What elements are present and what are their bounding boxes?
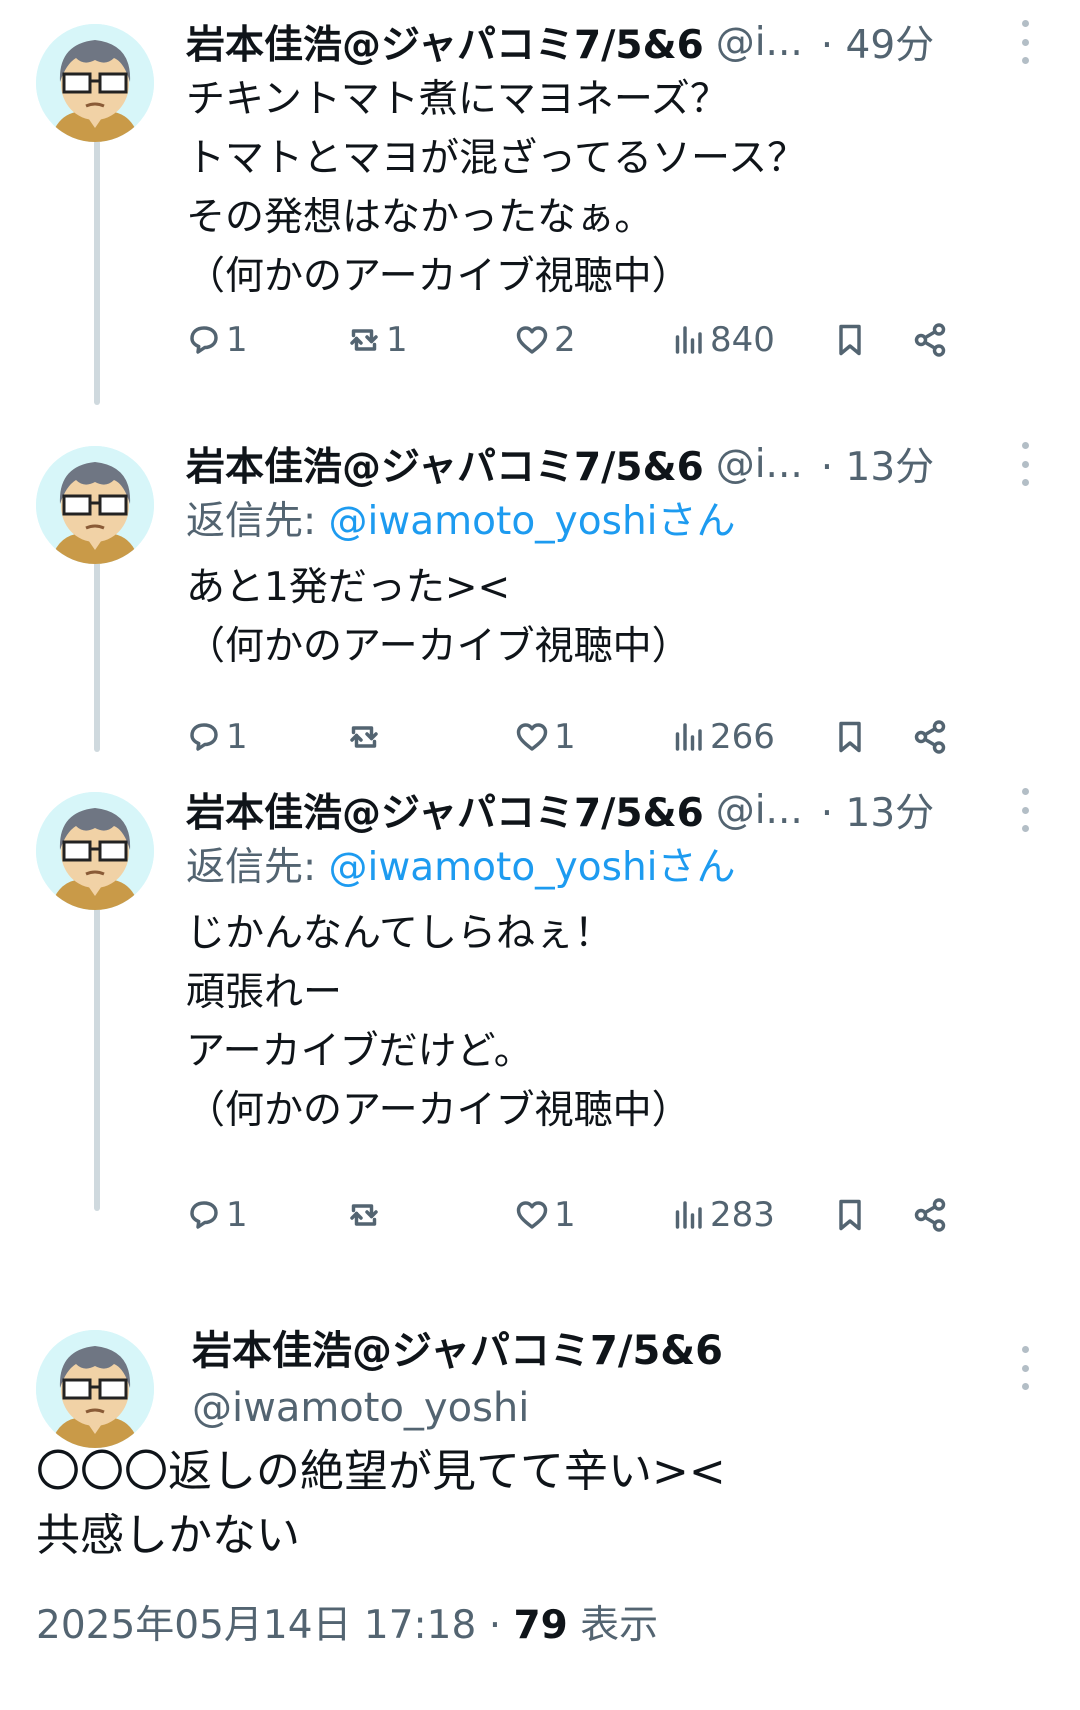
views-icon [675, 723, 702, 751]
views-count: 283 [710, 1195, 775, 1235]
timestamp[interactable]: · 13分 [821, 782, 934, 838]
action-bar: 1 1 2 840 [186, 315, 1026, 365]
views-label: 表示 [567, 1603, 659, 1648]
like-count: 2 [554, 320, 576, 360]
handle[interactable]: @i... [716, 442, 803, 487]
tweet-header: 岩本佳浩@ジャパコミ7/5&6 @i... · 49分 [186, 14, 1040, 70]
share-button[interactable] [912, 1190, 948, 1240]
reply-to-line: 返信先: @iwamoto_yoshiさん [186, 838, 1040, 898]
display-name[interactable]: 岩本佳浩@ジャパコミ7/5&6 [192, 1322, 1040, 1380]
heart-icon [516, 326, 548, 354]
display-name[interactable]: 岩本佳浩@ジャパコミ7/5&6 [186, 436, 704, 492]
repost-icon [350, 1204, 378, 1226]
heart-icon [516, 723, 548, 751]
reply-to-mention[interactable]: @iwamoto_yoshiさん [329, 845, 736, 890]
like-button[interactable]: 1 [514, 1190, 576, 1240]
like-button[interactable]: 1 [514, 712, 576, 762]
thread-line [94, 878, 100, 1211]
more-icon[interactable] [1010, 1346, 1040, 1390]
reply-button[interactable]: 1 [186, 712, 248, 762]
reply-count: 1 [226, 320, 248, 360]
repost-count: 1 [386, 320, 408, 360]
avatar[interactable] [36, 24, 154, 142]
heart-icon [516, 1201, 548, 1229]
repost-button[interactable] [346, 1190, 386, 1240]
reply-icon [190, 326, 218, 354]
display-name[interactable]: 岩本佳浩@ジャパコミ7/5&6 [186, 782, 704, 838]
thread-line [94, 140, 100, 405]
share-icon [914, 720, 946, 754]
share-icon [914, 1198, 946, 1232]
tweet-text: 〇〇〇返しの絶望が見てて辛い>< 共感しかない [36, 1446, 726, 1561]
bookmark-button[interactable] [832, 315, 868, 365]
views-button[interactable]: 283 [670, 1190, 775, 1240]
share-button[interactable] [912, 712, 948, 762]
tweet-header: 岩本佳浩@ジャパコミ7/5&6 @i... · 13分 [186, 782, 1040, 838]
timestamp[interactable]: · 13分 [821, 436, 934, 492]
tweet-text: あと1発だった>< （何かのアーカイブ視聴中） [186, 565, 691, 669]
repost-icon [350, 726, 378, 748]
share-button[interactable] [912, 315, 948, 365]
handle[interactable]: @iwamoto_yoshi [192, 1380, 1040, 1436]
views-count: 266 [710, 717, 775, 757]
action-bar: 1 1 283 [186, 1190, 1026, 1240]
display-name[interactable]: 岩本佳浩@ジャパコミ7/5&6 [186, 14, 704, 70]
reply-count: 1 [226, 1195, 248, 1235]
bookmark-button[interactable] [832, 712, 868, 762]
reply-icon [190, 1201, 218, 1229]
views-icon [675, 1201, 702, 1229]
reply-to-line: 返信先: @iwamoto_yoshiさん [186, 492, 1040, 552]
timestamp[interactable]: 2025年05月14日 17:18 · [36, 1603, 513, 1648]
thread-line [94, 532, 100, 752]
tweet-meta: 2025年05月14日 17:18 · 79 表示 [36, 1594, 658, 1650]
more-icon[interactable] [1010, 20, 1040, 64]
avatar[interactable] [36, 446, 154, 564]
tweet-header: 岩本佳浩@ジャパコミ7/5&6 @i... · 13分 [186, 436, 1040, 492]
views-button[interactable]: 840 [670, 315, 775, 365]
tweet-text: じかんなんてしらねぇ！ 頑張れー アーカイブだけど。 （何かのアーカイブ視聴中） [186, 911, 691, 1133]
bookmark-button[interactable] [832, 1190, 868, 1240]
repost-button[interactable]: 1 [346, 315, 408, 365]
bookmark-icon [839, 1199, 861, 1231]
views-icon [675, 326, 702, 354]
like-button[interactable]: 2 [514, 315, 576, 365]
views-button[interactable]: 266 [670, 712, 775, 762]
action-bar: 1 1 266 [186, 712, 1026, 762]
reply-icon [190, 723, 218, 751]
timestamp[interactable]: · 49分 [821, 14, 934, 70]
avatar[interactable] [36, 1330, 154, 1448]
repost-icon [350, 329, 378, 351]
reply-button[interactable]: 1 [186, 315, 248, 365]
reply-count: 1 [226, 717, 248, 757]
reply-to-prefix: 返信先: [186, 499, 329, 544]
repost-button[interactable] [346, 712, 386, 762]
more-icon[interactable] [1010, 788, 1040, 832]
bookmark-icon [839, 721, 861, 753]
main-tweet: 岩本佳浩@ジャパコミ7/5&6 @iwamoto_yoshi 〇〇〇返しの絶望が… [0, 1294, 1080, 1694]
handle[interactable]: @i... [716, 20, 803, 65]
share-icon [914, 323, 946, 357]
reply-to-mention[interactable]: @iwamoto_yoshiさん [329, 499, 736, 544]
views-count: 79 [513, 1603, 568, 1648]
views-count: 840 [710, 320, 775, 360]
reply-to-prefix: 返信先: [186, 845, 329, 890]
like-count: 1 [554, 1195, 576, 1235]
bookmark-icon [839, 324, 861, 356]
handle[interactable]: @i... [716, 788, 803, 833]
tweet-text: チキントマト煮にマヨネーズ？ トマトとマヨが混ざってるソース？ その発想はなかっ… [186, 77, 807, 299]
more-icon[interactable] [1010, 442, 1040, 486]
like-count: 1 [554, 717, 576, 757]
reply-button[interactable]: 1 [186, 1190, 248, 1240]
avatar[interactable] [36, 792, 154, 910]
